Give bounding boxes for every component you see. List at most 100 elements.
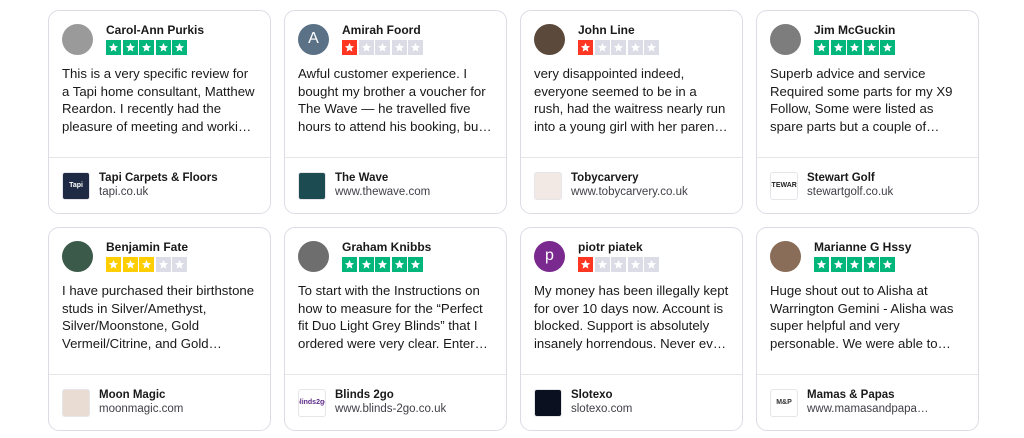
- reviewer-name: Carol-Ann Purkis: [106, 23, 205, 37]
- business-row[interactable]: Moon Magic moonmagic.com: [49, 375, 270, 430]
- business-name[interactable]: The Wave: [335, 171, 430, 185]
- business-url[interactable]: slotexo.com: [571, 402, 632, 417]
- business-row[interactable]: Tapi Tapi Carpets & Floors tapi.co.uk: [49, 158, 270, 213]
- review-body: John Line very disappointed indeed, ever…: [521, 11, 742, 158]
- star-icon: [106, 257, 121, 272]
- business-url[interactable]: stewartgolf.co.uk: [807, 185, 893, 200]
- business-url[interactable]: www.tobycarvery.co.uk: [571, 185, 688, 200]
- star-icon: [391, 40, 407, 55]
- review-body: Benjamin Fate I have purchased their bir…: [49, 228, 270, 375]
- review-card[interactable]: Jim McGuckin Superb advice and service R…: [756, 10, 979, 214]
- reviewer-name: piotr piatek: [578, 240, 643, 254]
- business-url[interactable]: tapi.co.uk: [99, 185, 218, 200]
- star-icon: [155, 40, 171, 55]
- star-rating: [342, 40, 425, 55]
- star-icon: [830, 257, 846, 272]
- business-name[interactable]: Blinds 2go: [335, 388, 446, 402]
- review-body: Marianne G Hssy Huge shout out to Alisha…: [757, 228, 978, 375]
- business-name[interactable]: Tobycarvery: [571, 171, 688, 185]
- star-icon: [342, 257, 357, 272]
- reviewer-avatar: [298, 240, 329, 272]
- star-icon: [627, 257, 643, 272]
- star-icon: [644, 40, 659, 55]
- star-icon: [408, 40, 423, 55]
- star-icon: [155, 257, 171, 272]
- business-name[interactable]: Tapi Carpets & Floors: [99, 171, 218, 185]
- business-url[interactable]: www.blinds-2go.co.uk: [335, 402, 446, 417]
- review-text: I have purchased their birthstone studs …: [62, 283, 255, 351]
- star-icon: [358, 257, 374, 272]
- reviewer-avatar: A: [298, 23, 329, 55]
- reviewer-name: John Line: [578, 23, 635, 37]
- review-text: This is a very specific review for a Tap…: [62, 66, 255, 134]
- star-icon: [863, 40, 879, 55]
- business-logo: Tapi: [62, 171, 90, 200]
- reviewer-row: A Amirah Foord: [298, 23, 493, 55]
- star-icon: [391, 257, 407, 272]
- business-name[interactable]: Moon Magic: [99, 388, 183, 402]
- review-card[interactable]: A Amirah Foord Awful customer experience…: [284, 10, 507, 214]
- review-card[interactable]: Marianne G Hssy Huge shout out to Alisha…: [756, 227, 979, 431]
- review-card[interactable]: Graham Knibbs To start with the Instruct…: [284, 227, 507, 431]
- business-logo: blinds2go: [298, 388, 326, 417]
- business-url[interactable]: www.mamasandpapa…: [807, 402, 928, 417]
- review-body: A Amirah Foord Awful customer experience…: [285, 11, 506, 158]
- business-logo: [534, 171, 562, 200]
- business-row[interactable]: M&P Mamas & Papas www.mamasandpapa…: [757, 375, 978, 430]
- business-logo: [62, 388, 90, 417]
- business-row[interactable]: The Wave www.thewave.com: [285, 158, 506, 213]
- reviewer-avatar: [534, 23, 565, 55]
- review-text: Huge shout out to Alisha at Warrington G…: [770, 283, 954, 351]
- review-grid: Carol-Ann Purkis This is a very specific…: [48, 10, 979, 431]
- business-row[interactable]: Tobycarvery www.tobycarvery.co.uk: [521, 158, 742, 213]
- business-url[interactable]: moonmagic.com: [99, 402, 183, 417]
- star-rating: [106, 40, 204, 55]
- star-rating: [814, 40, 897, 55]
- business-row[interactable]: STEWART Stewart Golf stewartgolf.co.uk: [757, 158, 978, 213]
- review-card[interactable]: John Line very disappointed indeed, ever…: [520, 10, 743, 214]
- star-icon: [594, 40, 610, 55]
- star-icon: [814, 257, 829, 272]
- business-name[interactable]: Stewart Golf: [807, 171, 893, 185]
- review-text: To start with the Instructions on how to…: [298, 283, 483, 351]
- review-body: p piotr piatek My money has been illegal…: [521, 228, 742, 375]
- business-logo: STEWART: [770, 171, 798, 200]
- star-icon: [172, 40, 187, 55]
- star-rating: [578, 40, 661, 55]
- star-icon: [814, 40, 829, 55]
- reviewer-name: Jim McGuckin: [814, 23, 896, 37]
- business-name[interactable]: Slotexo: [571, 388, 632, 402]
- star-icon: [880, 40, 895, 55]
- reviewer-name: Marianne G Hssy: [814, 240, 912, 254]
- reviewer-avatar: p: [534, 240, 565, 272]
- reviewer-row: Benjamin Fate: [62, 240, 257, 272]
- star-icon: [880, 257, 895, 272]
- star-icon: [358, 40, 374, 55]
- star-icon: [578, 40, 593, 55]
- star-icon: [847, 257, 862, 272]
- star-icon: [375, 40, 390, 55]
- reviewer-row: Marianne G Hssy: [770, 240, 965, 272]
- review-card[interactable]: Benjamin Fate I have purchased their bir…: [48, 227, 271, 431]
- star-icon: [139, 257, 154, 272]
- star-icon: [342, 40, 357, 55]
- reviewer-name: Graham Knibbs: [342, 240, 432, 254]
- review-body: Jim McGuckin Superb advice and service R…: [757, 11, 978, 158]
- business-logo: [534, 388, 562, 417]
- review-card[interactable]: Carol-Ann Purkis This is a very specific…: [48, 10, 271, 214]
- review-card[interactable]: p piotr piatek My money has been illegal…: [520, 227, 743, 431]
- star-icon: [644, 257, 659, 272]
- business-row[interactable]: Slotexo slotexo.com: [521, 375, 742, 430]
- reviewer-name: Amirah Foord: [342, 23, 421, 37]
- reviewer-avatar: [770, 23, 801, 55]
- reviewer-row: p piotr piatek: [534, 240, 729, 272]
- star-icon: [611, 257, 626, 272]
- reviewer-row: John Line: [534, 23, 729, 55]
- business-url[interactable]: www.thewave.com: [335, 185, 430, 200]
- reviewer-avatar: [62, 23, 93, 55]
- star-icon: [863, 257, 879, 272]
- business-row[interactable]: blinds2go Blinds 2go www.blinds-2go.co.u…: [285, 375, 506, 430]
- reviewer-avatar: [62, 240, 93, 272]
- business-name[interactable]: Mamas & Papas: [807, 388, 928, 402]
- review-body: Graham Knibbs To start with the Instruct…: [285, 228, 506, 375]
